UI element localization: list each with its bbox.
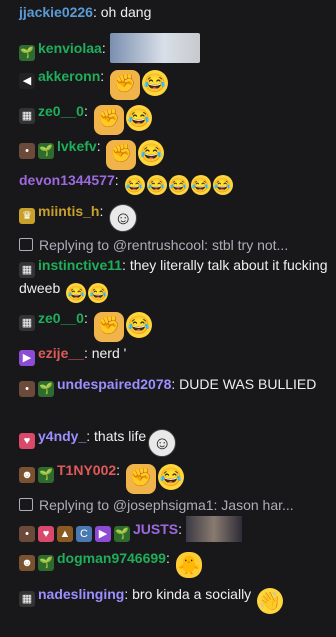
chat-message: ▦ nadeslinging: bro kinda a socially 👋 <box>19 584 330 614</box>
laugh-emote-icon[interactable]: 😂 <box>146 175 167 195</box>
chat-message: ▦ ze0__0: ✊ 😂 <box>19 101 330 135</box>
username[interactable]: nadeslinging <box>38 586 124 602</box>
chat-message: • 🌱 undespaired2078: DUDE WAS BULLIED <box>19 374 330 397</box>
plant-badge-icon[interactable]: 🌱 <box>114 526 130 542</box>
laugh-emote-icon[interactable]: 😂 <box>125 312 152 338</box>
fist-emote-icon[interactable]: ✊ <box>93 312 124 342</box>
laugh-emote-icon[interactable]: 😂 <box>124 175 145 195</box>
fist-emote-icon[interactable]: ✊ <box>110 70 141 100</box>
laugh-emote-icon[interactable]: 😂 <box>190 175 211 195</box>
image-emote[interactable] <box>109 33 200 63</box>
fist-emote-icon[interactable]: ✊ <box>106 140 137 170</box>
person-badge-icon[interactable]: ☻ <box>19 555 35 571</box>
chat-panel: jjackie0226: oh dang 🌱 kenviolaa: ◀ akkero… <box>0 0 336 637</box>
username[interactable]: devon1344577 <box>19 172 115 188</box>
duck-emote-icon[interactable]: 🐥 <box>175 552 202 578</box>
bear-badge-icon[interactable]: • <box>19 143 35 159</box>
chat-message: devon1344577: 😂 😂 😂 😂 😂 <box>19 172 233 195</box>
username[interactable]: ze0__0 <box>38 103 84 119</box>
message-text: oh dang <box>100 4 152 20</box>
image-emote[interactable] <box>185 516 242 542</box>
troll-emote-icon[interactable]: ☺ <box>148 429 177 457</box>
plant-badge-icon[interactable]: 🌱 <box>19 45 35 61</box>
chat-message: ♥ y4ndy_: thats life ☺ <box>19 426 330 457</box>
laugh-emote-icon[interactable]: 😂 <box>66 283 87 303</box>
laugh-emote-icon[interactable]: 😂 <box>142 70 169 96</box>
username[interactable]: instinctive11 <box>38 257 122 273</box>
laugh-emote-icon[interactable]: 😂 <box>157 464 184 490</box>
chat-message: 🌱 kenviolaa: <box>19 33 330 63</box>
username[interactable]: undespaired2078 <box>57 376 171 392</box>
message-text: bro kinda a socially <box>132 586 252 602</box>
bear-badge-icon[interactable]: • <box>19 381 35 397</box>
username[interactable]: ezije__ <box>38 345 84 361</box>
chat-message: ▶ ezije__: nerd ' <box>19 343 330 366</box>
chat-message: jjackie0226: oh dang <box>19 4 152 20</box>
chat-message: ♛ miintis_h: ☺ <box>19 201 330 232</box>
fist-emote-icon[interactable]: ✊ <box>125 464 156 494</box>
username[interactable]: dogman9746699 <box>57 550 166 566</box>
fist-emote-icon[interactable]: ✊ <box>93 105 124 135</box>
chat-message: ▦ ze0__0: ✊ 😂 <box>19 308 330 342</box>
purple-badge-icon[interactable]: ▶ <box>95 526 111 542</box>
username[interactable]: ze0__0 <box>38 310 84 326</box>
plant-badge-icon[interactable]: 🌱 <box>38 381 54 397</box>
bear-badge-icon[interactable]: • <box>19 526 35 542</box>
gold-badge-icon[interactable]: ♛ <box>19 208 35 224</box>
reply-context[interactable]: Replying to @rentrushcool: stbl try not.… <box>19 235 330 256</box>
username[interactable]: miintis_h <box>38 203 99 219</box>
laugh-emote-icon[interactable]: 😂 <box>125 105 152 131</box>
laugh-emote-icon[interactable]: 😂 <box>88 283 109 303</box>
username[interactable]: y4ndy_ <box>38 428 86 444</box>
heart-badge-icon[interactable]: ♥ <box>19 433 35 449</box>
message-text: nerd ' <box>91 345 127 361</box>
message-text: DUDE WAS BULLIED <box>179 376 317 392</box>
laugh-emote-icon[interactable]: 😂 <box>168 175 189 195</box>
username[interactable]: lvkefv <box>57 138 97 154</box>
plant-badge-icon[interactable]: 🌱 <box>38 555 54 571</box>
chat-message: • 🌱 lvkefv: ✊ 😂 <box>19 136 330 170</box>
troll-emote-icon[interactable]: ☺ <box>109 204 138 232</box>
plant-badge-icon[interactable]: 🌱 <box>38 467 54 483</box>
message-text: thats life <box>94 428 147 444</box>
c-badge-icon[interactable]: C <box>76 526 92 542</box>
reply-icon <box>19 498 33 511</box>
glitch-badge-icon[interactable]: ▦ <box>19 591 35 607</box>
laugh-emote-icon[interactable]: 😂 <box>138 140 165 166</box>
chat-message: ☻ 🌱 T1NY002: ✊ 😂 <box>19 460 330 494</box>
heart-badge-icon[interactable]: ♥ <box>38 526 54 542</box>
chat-message: • ♥ ▲ C ▶ 🌱 JUSTS: <box>19 516 330 542</box>
glitch-badge-icon[interactable]: ▦ <box>19 108 35 124</box>
reply-icon <box>19 238 33 251</box>
glitch-badge-icon[interactable]: ▦ <box>19 262 35 278</box>
reply-text: Replying to @rentrushcool: stbl try not.… <box>39 237 289 253</box>
laugh-emote-icon[interactable]: 😂 <box>212 175 233 195</box>
hand-emote-icon[interactable]: 👋 <box>257 588 284 614</box>
purple-badge-icon[interactable]: ▶ <box>19 350 35 366</box>
brown-badge-icon[interactable]: ▲ <box>57 526 73 542</box>
chat-message: ◀ akkeronn: ✊ 😂 <box>19 66 330 100</box>
reply-text: Replying to @josephsigma1: Jason har... <box>39 497 294 513</box>
plant-badge-icon[interactable]: 🌱 <box>38 143 54 159</box>
person-badge-icon[interactable]: ☻ <box>19 467 35 483</box>
chat-message: ▦ instinctive11: they literally talk abou… <box>19 257 328 303</box>
username[interactable]: jjackie0226 <box>19 4 93 20</box>
username[interactable]: T1NY002 <box>57 462 116 478</box>
username[interactable]: akkeronn <box>38 68 100 84</box>
reply-context[interactable]: Replying to @josephsigma1: Jason har... <box>19 495 330 516</box>
username[interactable]: JUSTS <box>133 521 178 537</box>
mute-badge-icon[interactable]: ◀ <box>19 73 35 89</box>
glitch-badge-icon[interactable]: ▦ <box>19 315 35 331</box>
chat-message: ☻ 🌱 dogman9746699: 🐥 <box>19 548 330 578</box>
username[interactable]: kenviolaa <box>38 40 102 56</box>
